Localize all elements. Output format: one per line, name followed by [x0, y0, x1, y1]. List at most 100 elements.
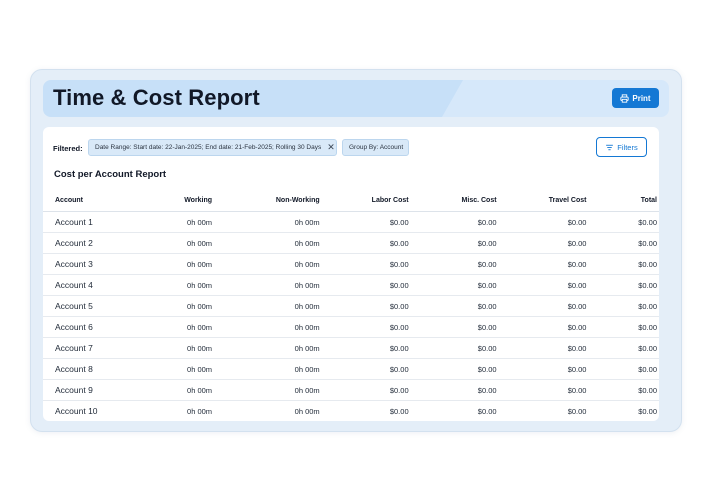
table-row[interactable]: Account 5 0h 00m 0h 00m $0.00 $0.00 $0.0… — [43, 295, 659, 317]
cell-total: $0.00 — [586, 295, 659, 317]
cell-travel-cost: $0.00 — [496, 211, 587, 233]
cell-total: $0.00 — [586, 358, 659, 380]
chip-label: Date Range: Start date: 22-Jan-2025; End… — [95, 144, 322, 151]
cell-labor-cost: $0.00 — [319, 295, 409, 317]
cell-labor-cost: $0.00 — [319, 337, 409, 359]
filter-chip-date-range[interactable]: Date Range: Start date: 22-Jan-2025; End… — [88, 139, 337, 156]
cell-travel-cost: $0.00 — [496, 316, 587, 338]
filtered-label: Filtered: — [53, 144, 83, 153]
report-card: Filtered: Date Range: Start date: 22-Jan… — [43, 127, 659, 421]
cell-working: 0h 00m — [143, 232, 213, 254]
cell-account: Account 8 — [43, 358, 144, 380]
cell-non-working: 0h 00m — [212, 232, 320, 254]
cell-travel-cost: $0.00 — [496, 253, 587, 275]
cell-travel-cost: $0.00 — [496, 337, 587, 359]
page-title: Time & Cost Report — [53, 85, 260, 110]
table-row[interactable]: Account 2 0h 00m 0h 00m $0.00 $0.00 $0.0… — [43, 232, 659, 254]
cell-travel-cost: $0.00 — [496, 400, 587, 421]
cell-account: Account 10 — [43, 400, 144, 421]
cell-misc-cost: $0.00 — [408, 400, 497, 421]
cell-labor-cost: $0.00 — [319, 232, 409, 254]
cell-total: $0.00 — [586, 232, 659, 254]
cell-working: 0h 00m — [143, 253, 213, 275]
cell-total: $0.00 — [586, 211, 659, 233]
table-header-row: Account Working Non-Working Labor Cost M… — [43, 190, 659, 212]
cell-misc-cost: $0.00 — [408, 295, 497, 317]
cell-misc-cost: $0.00 — [408, 358, 497, 380]
cell-total: $0.00 — [586, 400, 659, 421]
cell-total: $0.00 — [586, 274, 659, 296]
cell-account: Account 4 — [43, 274, 144, 296]
cell-misc-cost: $0.00 — [408, 379, 497, 401]
report-panel: Time & Cost Report Print Filtered: Date … — [30, 69, 682, 432]
close-icon[interactable]: ✕ — [327, 143, 335, 152]
cell-misc-cost: $0.00 — [408, 232, 497, 254]
cell-account: Account 9 — [43, 379, 144, 401]
cell-labor-cost: $0.00 — [319, 400, 409, 421]
cell-total: $0.00 — [586, 379, 659, 401]
cell-travel-cost: $0.00 — [496, 274, 587, 296]
col-labor-cost: Labor Cost — [319, 190, 409, 212]
cell-working: 0h 00m — [143, 358, 213, 380]
cell-non-working: 0h 00m — [212, 400, 320, 421]
cell-non-working: 0h 00m — [212, 274, 320, 296]
cell-total: $0.00 — [586, 316, 659, 338]
cell-total: $0.00 — [586, 253, 659, 275]
cell-working: 0h 00m — [143, 316, 213, 338]
table-row[interactable]: Account 9 0h 00m 0h 00m $0.00 $0.00 $0.0… — [43, 379, 659, 401]
cell-non-working: 0h 00m — [212, 295, 320, 317]
cell-working: 0h 00m — [143, 379, 213, 401]
filter-chip-group-by[interactable]: Group By: Account — [342, 139, 409, 156]
filters-label: Filters — [617, 142, 638, 152]
cell-account: Account 6 — [43, 316, 144, 338]
cost-table: Account Working Non-Working Labor Cost M… — [43, 190, 659, 421]
cell-working: 0h 00m — [143, 337, 213, 359]
cell-labor-cost: $0.00 — [319, 316, 409, 338]
cell-non-working: 0h 00m — [212, 358, 320, 380]
cell-non-working: 0h 00m — [212, 253, 320, 275]
col-travel-cost: Travel Cost — [496, 190, 587, 212]
cell-labor-cost: $0.00 — [319, 274, 409, 296]
print-label: Print — [632, 93, 651, 103]
filters-button[interactable]: Filters — [596, 137, 647, 157]
cell-working: 0h 00m — [143, 295, 213, 317]
table-row[interactable]: Account 8 0h 00m 0h 00m $0.00 $0.00 $0.0… — [43, 358, 659, 380]
cell-misc-cost: $0.00 — [408, 211, 497, 233]
cell-non-working: 0h 00m — [212, 211, 320, 233]
cell-account: Account 7 — [43, 337, 144, 359]
cell-non-working: 0h 00m — [212, 316, 320, 338]
table-row[interactable]: Account 1 0h 00m 0h 00m $0.00 $0.00 $0.0… — [43, 211, 659, 233]
col-working: Working — [143, 190, 213, 212]
cell-misc-cost: $0.00 — [408, 337, 497, 359]
cell-labor-cost: $0.00 — [319, 211, 409, 233]
cell-working: 0h 00m — [143, 211, 213, 233]
cell-working: 0h 00m — [143, 274, 213, 296]
report-header: Time & Cost Report Print — [43, 80, 669, 117]
cell-travel-cost: $0.00 — [496, 295, 587, 317]
table-row[interactable]: Account 10 0h 00m 0h 00m $0.00 $0.00 $0.… — [43, 400, 659, 421]
cell-labor-cost: $0.00 — [319, 379, 409, 401]
cell-account: Account 5 — [43, 295, 144, 317]
chip-label: Group By: Account — [349, 144, 404, 151]
cell-total: $0.00 — [586, 337, 659, 359]
print-button[interactable]: Print — [612, 88, 659, 108]
cell-working: 0h 00m — [143, 400, 213, 421]
table-row[interactable]: Account 6 0h 00m 0h 00m $0.00 $0.00 $0.0… — [43, 316, 659, 338]
printer-icon — [620, 93, 629, 103]
cell-misc-cost: $0.00 — [408, 253, 497, 275]
col-misc-cost: Misc. Cost — [408, 190, 497, 212]
table-row[interactable]: Account 3 0h 00m 0h 00m $0.00 $0.00 $0.0… — [43, 253, 659, 275]
cell-non-working: 0h 00m — [212, 379, 320, 401]
cell-non-working: 0h 00m — [212, 337, 320, 359]
cell-account: Account 2 — [43, 232, 144, 254]
cell-misc-cost: $0.00 — [408, 274, 497, 296]
report-subtitle: Cost per Account Report — [54, 169, 167, 180]
table-row[interactable]: Account 4 0h 00m 0h 00m $0.00 $0.00 $0.0… — [43, 274, 659, 296]
table-row[interactable]: Account 7 0h 00m 0h 00m $0.00 $0.00 $0.0… — [43, 337, 659, 359]
cell-account: Account 3 — [43, 253, 144, 275]
col-total: Total — [586, 190, 659, 212]
cell-account: Account 1 — [43, 211, 144, 233]
sliders-icon — [606, 144, 614, 150]
cell-travel-cost: $0.00 — [496, 358, 587, 380]
cell-labor-cost: $0.00 — [319, 358, 409, 380]
